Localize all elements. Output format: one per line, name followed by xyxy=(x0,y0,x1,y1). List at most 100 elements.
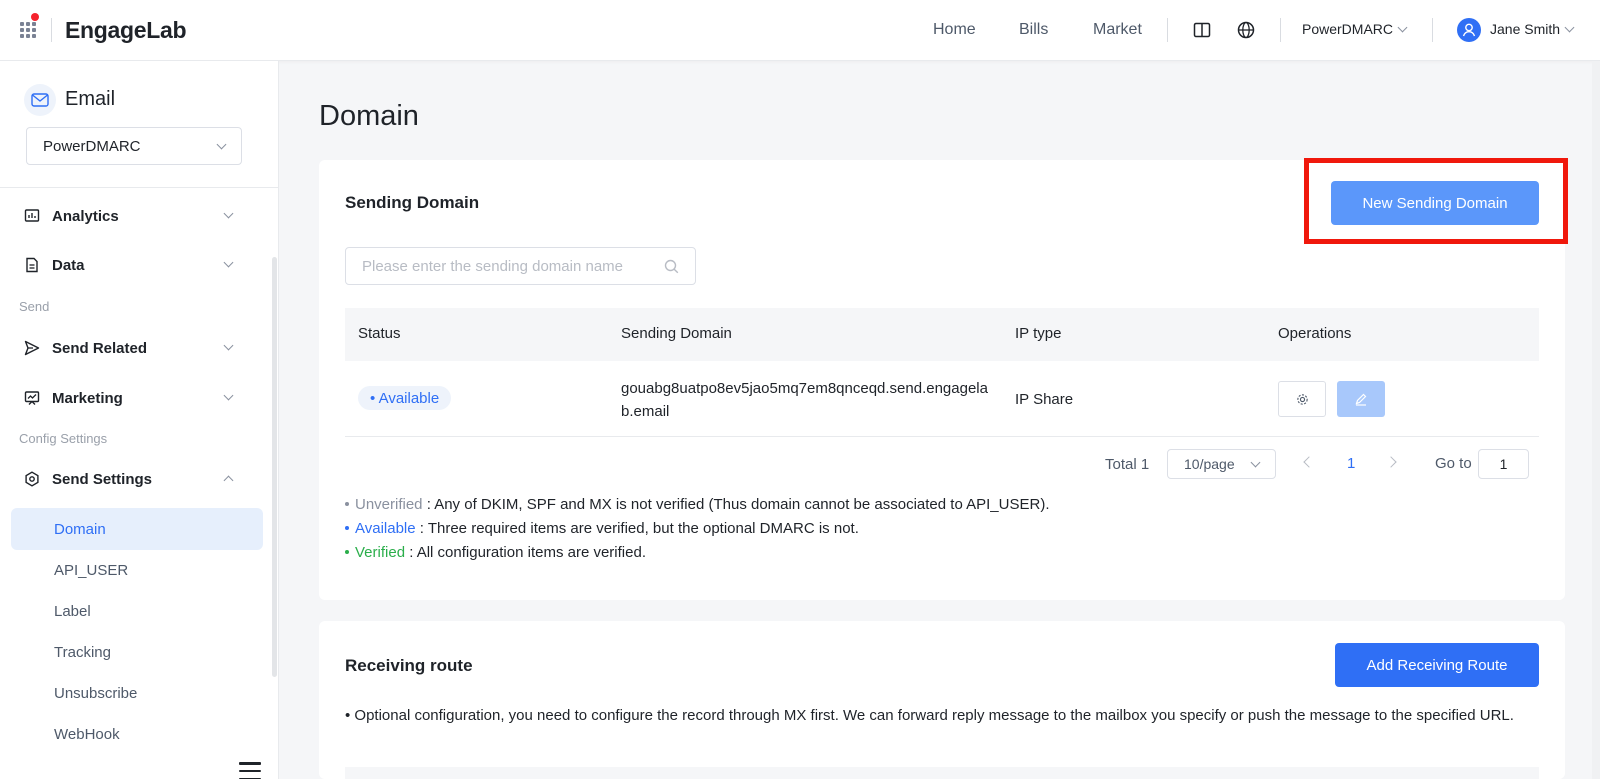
sidebar: Email PowerDMARC Analytics Data Send Sen… xyxy=(0,61,279,779)
table-header: Status Sending Domain IP type Operations xyxy=(345,308,1539,361)
sidebar-item-label: Marketing xyxy=(52,389,123,407)
goto-page-input[interactable]: 1 xyxy=(1478,449,1529,479)
email-envelope-icon xyxy=(24,84,56,116)
user-name: Jane Smith xyxy=(1490,21,1561,37)
sidebar-item-webhook[interactable]: WebHook xyxy=(54,726,120,743)
chevron-down-icon xyxy=(223,257,234,268)
organization-switcher[interactable]: PowerDMARC xyxy=(1302,21,1408,37)
legend-verified: Verified : All configuration items are v… xyxy=(345,544,646,561)
sending-domain-search-input[interactable]: Please enter the sending domain name xyxy=(345,247,696,285)
settings-hexagon-icon xyxy=(24,471,40,487)
send-plane-icon xyxy=(24,340,40,356)
column-header-operations: Operations xyxy=(1278,325,1352,342)
sidebar-divider xyxy=(0,187,279,188)
analytics-chart-icon xyxy=(24,208,40,224)
legend-dot xyxy=(345,502,349,506)
chevron-down-icon xyxy=(1564,22,1575,33)
nav-market[interactable]: Market xyxy=(1093,21,1142,39)
chevron-down-icon xyxy=(1250,457,1261,467)
goto-label: Go to xyxy=(1435,455,1472,472)
user-menu[interactable]: Jane Smith xyxy=(1490,21,1575,37)
app-grid-icon[interactable] xyxy=(20,22,36,38)
legend-description: : Three required items are verified, but… xyxy=(415,520,859,537)
nav-separator xyxy=(1280,18,1281,42)
document-icon xyxy=(24,257,40,273)
logo-divider xyxy=(51,18,52,42)
sidebar-item-data[interactable]: Data xyxy=(24,253,244,277)
ip-type-value: IP Share xyxy=(1015,391,1074,408)
search-icon xyxy=(664,259,679,273)
nav-home[interactable]: Home xyxy=(933,21,976,39)
legend-unverified: Unverified : Any of DKIM, SPF and MX is … xyxy=(345,496,1050,513)
legend-term: Verified xyxy=(355,544,406,561)
column-header-sending-domain: Sending Domain xyxy=(621,325,732,342)
sending-domain-value: gouabg8uatpo8ev5jao5mq7em8qnceqd.send.en… xyxy=(621,380,988,420)
pagination-total: Total 1 xyxy=(1105,455,1150,473)
receiving-route-note: • Optional configuration, you need to co… xyxy=(345,707,1514,724)
sidebar-item-label: Analytics xyxy=(52,207,119,225)
sidebar-active-highlight xyxy=(11,508,263,550)
user-avatar-icon[interactable] xyxy=(1457,18,1481,42)
group-label-send: Send xyxy=(19,299,50,314)
sidebar-item-domain[interactable]: Domain xyxy=(54,521,106,538)
configure-button[interactable] xyxy=(1278,381,1326,417)
edit-button[interactable] xyxy=(1337,381,1385,417)
page-size-select[interactable]: 10/page xyxy=(1167,449,1276,479)
sending-domain-title: Sending Domain xyxy=(345,193,480,212)
sidebar-item-marketing[interactable]: Marketing xyxy=(24,386,244,410)
table-row: • Available gouabg8uatpo8ev5jao5mq7em8qn… xyxy=(345,361,1539,437)
sidebar-item-send-related[interactable]: Send Related xyxy=(24,336,244,360)
receiving-table-header xyxy=(345,767,1539,779)
status-badge: • Available xyxy=(358,386,452,410)
column-header-ip-type: IP type xyxy=(1015,325,1062,342)
top-navigation-bar: EngageLab Home Bills Market PowerDMARC J… xyxy=(0,0,1600,61)
sidebar-item-api-user[interactable]: API_USER xyxy=(54,562,128,579)
page-title: Domain xyxy=(319,100,419,132)
project-select-value: PowerDMARC xyxy=(43,137,141,155)
sidebar-item-label[interactable]: Label xyxy=(54,603,91,620)
sidebar-item-label: Data xyxy=(52,256,85,274)
project-select[interactable]: PowerDMARC xyxy=(26,127,242,165)
sidebar-item-analytics[interactable]: Analytics xyxy=(24,204,244,228)
legend-description: : All configuration items are verified. xyxy=(405,544,646,561)
legend-term: Unverified xyxy=(355,496,423,513)
sidebar-item-send-settings[interactable]: Send Settings xyxy=(24,467,244,491)
docs-book-icon[interactable] xyxy=(1192,20,1212,40)
chevron-down-icon xyxy=(1397,22,1408,33)
product-title: Email xyxy=(65,88,116,110)
pencil-icon xyxy=(1355,393,1367,406)
collapse-menu-icon[interactable] xyxy=(239,762,261,779)
group-label-config-settings: Config Settings xyxy=(19,431,108,446)
sidebar-item-label: Send Settings xyxy=(52,470,153,488)
page-number-current[interactable]: 1 xyxy=(1347,455,1355,472)
receiving-route-title: Receiving route xyxy=(345,656,473,675)
chevron-down-icon xyxy=(223,340,234,351)
legend-available: Available : Three required items are ver… xyxy=(345,520,859,537)
sidebar-scrollbar[interactable] xyxy=(272,257,277,677)
legend-description: : Any of DKIM, SPF and MX is not verifie… xyxy=(422,496,1050,513)
gear-icon xyxy=(1296,393,1308,405)
language-globe-icon[interactable] xyxy=(1236,20,1256,40)
nav-separator xyxy=(1432,18,1433,42)
nav-separator xyxy=(1167,18,1168,42)
sidebar-item-tracking[interactable]: Tracking xyxy=(54,644,111,661)
page-scrollbar[interactable] xyxy=(1592,61,1600,779)
column-header-status: Status xyxy=(358,325,401,342)
search-placeholder: Please enter the sending domain name xyxy=(362,257,624,275)
page-size-value: 10/page xyxy=(1184,456,1235,472)
highlight-annotation-box xyxy=(1304,158,1568,244)
organization-name: PowerDMARC xyxy=(1302,21,1394,37)
notification-dot xyxy=(31,13,39,21)
legend-dot xyxy=(345,550,349,554)
chevron-down-icon xyxy=(216,139,227,149)
chevron-down-icon xyxy=(223,208,234,219)
engagelab-logo[interactable]: EngageLab xyxy=(65,17,187,44)
add-receiving-route-button[interactable]: Add Receiving Route xyxy=(1335,643,1539,687)
legend-term: Available xyxy=(355,520,416,537)
nav-bills[interactable]: Bills xyxy=(1019,21,1048,39)
sidebar-item-unsubscribe[interactable]: Unsubscribe xyxy=(54,685,137,702)
sidebar-item-label: Send Related xyxy=(52,339,148,357)
chevron-down-icon xyxy=(223,390,234,401)
chevron-up-icon xyxy=(223,475,234,486)
marketing-board-icon xyxy=(24,390,40,406)
